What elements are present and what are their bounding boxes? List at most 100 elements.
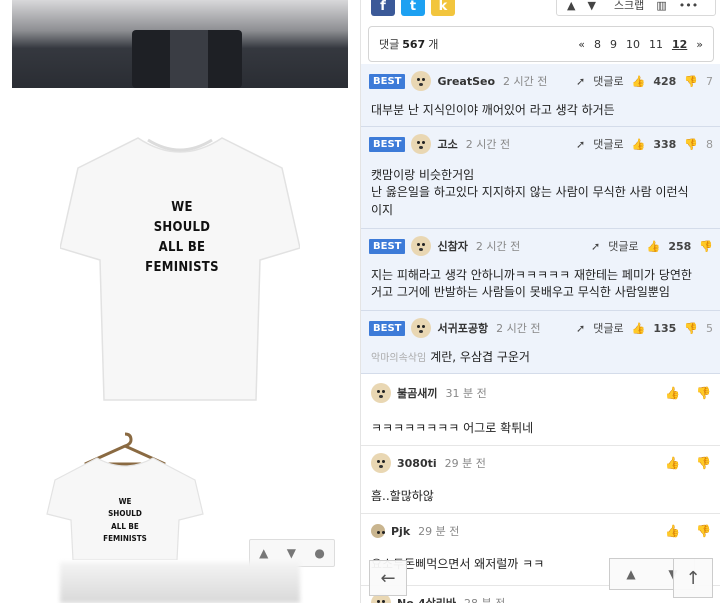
- downvote-icon[interactable]: ▼: [587, 0, 595, 12]
- comment-count: 567: [402, 37, 426, 51]
- comment-time: 2 시간 전: [496, 322, 541, 335]
- page-link[interactable]: 10: [626, 38, 640, 51]
- slogan-line: SHOULD: [108, 509, 142, 519]
- slogan-line: WE: [118, 497, 132, 506]
- comment-author[interactable]: 3080ti: [397, 457, 437, 470]
- back-button[interactable]: ←: [369, 560, 407, 596]
- reply-button[interactable]: 댓글로: [608, 238, 638, 254]
- best-badge: BEST: [369, 136, 406, 152]
- avatar[interactable]: [371, 453, 391, 473]
- comment-line: 계란, 우삼겹 구운거: [430, 350, 530, 364]
- reply-button[interactable]: 댓글로: [593, 73, 623, 89]
- upvote-count: 338: [653, 137, 677, 151]
- reply-icon[interactable]: ➚: [576, 75, 585, 88]
- upvote-icon[interactable]: ▲: [626, 567, 635, 581]
- comment-time: 28 분 전: [464, 595, 505, 603]
- more-button[interactable]: •••: [679, 0, 698, 12]
- thumb-down-icon[interactable]: 👎: [699, 240, 713, 253]
- slogan-line: WE: [171, 200, 193, 215]
- avatar[interactable]: [411, 134, 432, 154]
- thumb-up-icon[interactable]: 👍: [665, 524, 680, 538]
- comment-time: 2 시간 전: [465, 138, 511, 151]
- reply-icon[interactable]: ➚: [591, 240, 600, 253]
- blurred-image: [60, 562, 300, 603]
- tshirt-slogan-large: WE SHOULD ALL BE FEMINISTS: [132, 198, 232, 279]
- comment-author[interactable]: 서귀포공항: [437, 320, 488, 336]
- mention-prefix[interactable]: 악마의속삭임: [371, 353, 426, 364]
- comment-line: 거고 그거에 반발하는 사람들이 못배우고 무식한 사람일뿐임: [371, 285, 670, 300]
- avatar[interactable]: [371, 524, 385, 538]
- comment-author[interactable]: 고소: [437, 136, 457, 152]
- thumb-up-icon[interactable]: 👍: [665, 386, 680, 400]
- share-bar: f t k ▲ ▼ 스크랩 ▥ •••: [361, 0, 720, 22]
- thumb-up-icon[interactable]: 👍: [632, 322, 646, 335]
- avatar[interactable]: [411, 71, 432, 91]
- comment-icon[interactable]: ●: [314, 546, 324, 560]
- thumb-up-icon[interactable]: 👍: [632, 75, 646, 88]
- avatar[interactable]: [371, 383, 391, 403]
- slogan-line: FEMINISTS: [145, 260, 219, 276]
- comment-author[interactable]: 불곰새끼: [397, 385, 437, 401]
- best-badge: BEST: [369, 238, 406, 254]
- best-comment: BEST 고소 2 시간 전 ➚ 댓글로 👍 338 👎 8 캣맘이랑 비슷한거…: [361, 127, 720, 229]
- comment-author[interactable]: 신참자: [437, 238, 467, 254]
- page-link[interactable]: 11: [649, 38, 663, 51]
- thumb-up-icon[interactable]: 👍: [665, 456, 680, 470]
- upvote-icon[interactable]: ▲: [567, 0, 575, 12]
- reply-button[interactable]: 댓글로: [593, 136, 623, 152]
- next-page-button[interactable]: »: [696, 38, 703, 51]
- comment-text: ㅋㅋㅋㅋㅋㅋㅋㅋ 어그로 확튀네: [371, 421, 534, 435]
- twitter-icon: t: [409, 0, 417, 14]
- post-tools: ▲ ▼ 스크랩 ▥ •••: [556, 0, 716, 16]
- slogan-line: SHOULD: [153, 220, 211, 236]
- page-link[interactable]: 9: [610, 38, 617, 51]
- comment-time: 31 분 전: [445, 387, 487, 400]
- slogan-line: ALL BE: [158, 240, 206, 256]
- twitter-share-button[interactable]: t: [401, 0, 425, 16]
- best-comments: BEST GreatSeo 2 시간 전 ➚ 댓글로 👍 428 👎 7 대부분…: [361, 64, 720, 374]
- comment-text: 악마의속삭임 계란, 우삼겹 구운거: [371, 349, 711, 367]
- upvote-icon[interactable]: ▲: [259, 546, 268, 560]
- comment-line: 대부분 난 지식인이야 깨어있어 라고 생각 하거든: [371, 103, 615, 117]
- scrap-button[interactable]: 스크랩: [614, 0, 644, 13]
- facebook-icon: f: [380, 0, 386, 14]
- thumb-down-icon[interactable]: 👎: [684, 75, 698, 88]
- comment-time: 2 시간 전: [475, 240, 521, 253]
- kakao-share-button[interactable]: k: [431, 0, 455, 16]
- comment-author[interactable]: GreatSeo: [437, 75, 495, 88]
- comment-author[interactable]: No.4살리바: [397, 595, 456, 603]
- thumb-up-icon[interactable]: 👍: [647, 240, 661, 253]
- upvote-count: 428: [653, 74, 677, 88]
- scroll-top-button[interactable]: ↑: [673, 558, 713, 598]
- reply-button[interactable]: 댓글로: [593, 320, 623, 336]
- page-link[interactable]: 8: [594, 38, 601, 51]
- comment-text: 캣맘이랑 비슷한거임 난 옳은일을 하고있다 지지하지 않는 사람이 무식한 사…: [371, 167, 711, 219]
- product-panel: WE SHOULD ALL BE FEMINISTS WE SHOULD ALL…: [0, 0, 360, 603]
- comment-author[interactable]: Pjk: [391, 525, 410, 538]
- reply-icon[interactable]: ➚: [576, 322, 585, 335]
- avatar[interactable]: [411, 236, 432, 256]
- thumb-down-icon[interactable]: 👎: [696, 456, 711, 470]
- comment-count-label: 댓글: [379, 38, 400, 51]
- first-page-button[interactable]: «: [578, 38, 585, 51]
- facebook-share-button[interactable]: f: [371, 0, 395, 16]
- stats-icon[interactable]: ▥: [656, 0, 666, 12]
- avatar[interactable]: [411, 318, 432, 338]
- downvote-icon[interactable]: ▼: [287, 546, 296, 560]
- page-link-current[interactable]: 12: [672, 38, 687, 51]
- thumb-down-icon[interactable]: 👎: [684, 138, 698, 151]
- downvote-count: 8: [706, 137, 713, 151]
- upvote-count: 258: [668, 239, 692, 253]
- comment: 3080ti 29 분 전 👍 👎 흠..할많하않: [361, 446, 720, 514]
- thumb-down-icon[interactable]: 👎: [684, 322, 698, 335]
- tshirt-slogan-small: WE SHOULD ALL BE FEMINISTS: [93, 496, 157, 546]
- comment-time: 2 시간 전: [503, 75, 548, 88]
- downvote-count: 5: [706, 321, 713, 335]
- best-comment: BEST GreatSeo 2 시간 전 ➚ 댓글로 👍 428 👎 7 대부분…: [361, 64, 720, 127]
- thumb-up-icon[interactable]: 👍: [632, 138, 646, 151]
- thumb-down-icon[interactable]: 👎: [696, 524, 711, 538]
- thumb-down-icon[interactable]: 👎: [696, 386, 711, 400]
- comment-line: 지는 피해라고 생각 안하니까ㅋㅋㅋㅋㅋ 재한테는 페미가 당연한: [371, 268, 692, 282]
- best-badge: BEST: [369, 320, 406, 336]
- reply-icon[interactable]: ➚: [576, 138, 585, 151]
